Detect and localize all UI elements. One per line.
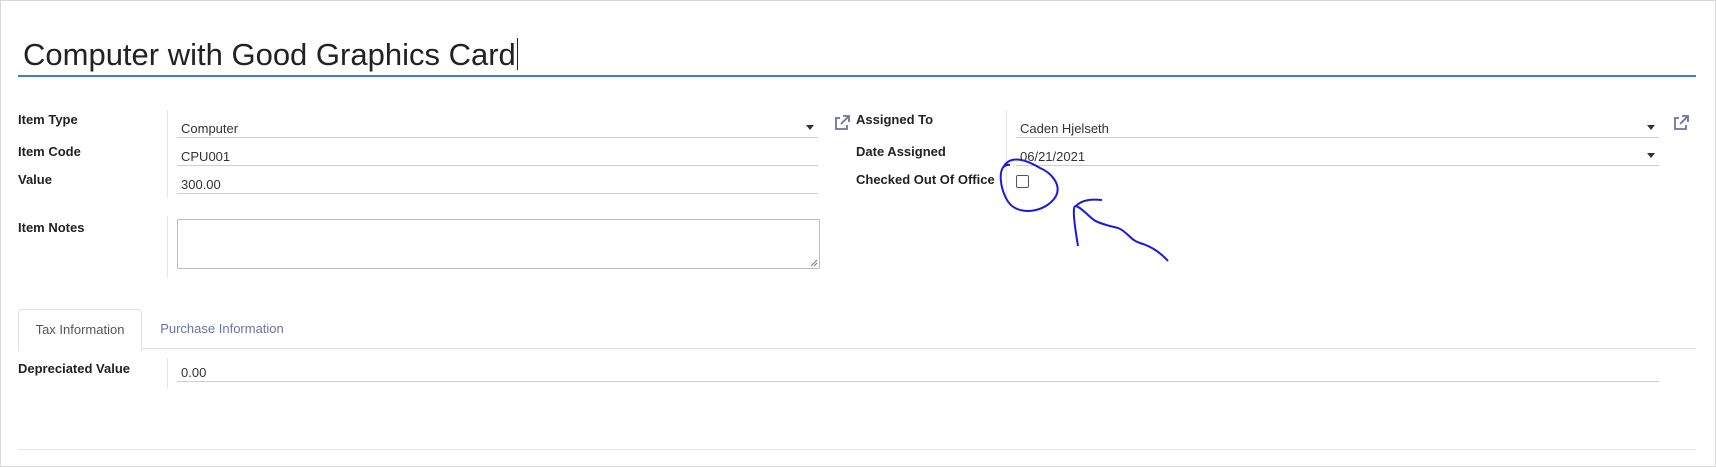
tab-tax-information[interactable]: Tax Information xyxy=(18,309,142,351)
tab-label: Purchase Information xyxy=(160,321,284,336)
record-title-input[interactable]: Computer with Good Graphics Card xyxy=(23,37,518,73)
label-separator xyxy=(167,216,168,278)
depreciated-value-label: Depreciated Value xyxy=(18,361,130,376)
date-assigned-value: 06/21/2021 xyxy=(1020,149,1086,164)
item-type-label: Item Type xyxy=(18,112,78,127)
resize-grip-icon[interactable] xyxy=(810,259,818,267)
value-label: Value xyxy=(18,172,52,187)
section-divider xyxy=(18,449,1696,450)
text-cursor xyxy=(516,38,518,70)
record-title-text: Computer with Good Graphics Card xyxy=(23,37,516,72)
assigned-to-value: Caden Hjelseth xyxy=(1020,121,1109,136)
caret-down-icon[interactable] xyxy=(806,125,814,130)
title-field[interactable]: Computer with Good Graphics Card xyxy=(18,35,1696,77)
tabs-divider xyxy=(18,348,1696,349)
label-separator xyxy=(167,358,168,388)
item-type-select[interactable]: Computer xyxy=(177,115,818,138)
item-notes-label: Item Notes xyxy=(18,220,85,235)
depreciated-value-value: 0.00 xyxy=(181,365,207,380)
item-code-input[interactable]: CPU001 xyxy=(177,143,818,166)
checked-out-of-office-checkbox[interactable] xyxy=(1016,175,1029,188)
item-code-label: Item Code xyxy=(18,144,81,159)
label-separator xyxy=(1006,110,1007,198)
item-notes-textarea[interactable] xyxy=(177,219,820,269)
date-assigned-label: Date Assigned xyxy=(856,144,946,159)
item-code-value: CPU001 xyxy=(181,149,231,164)
item-type-value: Computer xyxy=(181,121,239,136)
external-link-icon[interactable] xyxy=(1671,113,1691,133)
caret-down-icon[interactable] xyxy=(1647,125,1655,130)
tab-label: Tax Information xyxy=(35,322,125,337)
value-value: 300.00 xyxy=(181,177,221,192)
external-link-icon[interactable] xyxy=(832,113,852,133)
depreciated-value-input[interactable]: 0.00 xyxy=(177,359,1659,382)
caret-down-icon[interactable] xyxy=(1647,153,1655,158)
checked-out-of-office-label: Checked Out Of Office xyxy=(856,172,995,187)
label-separator xyxy=(167,110,168,198)
assigned-to-select[interactable]: Caden Hjelseth xyxy=(1016,115,1659,138)
date-assigned-input[interactable]: 06/21/2021 xyxy=(1016,143,1659,166)
value-input[interactable]: 300.00 xyxy=(177,171,818,194)
tab-purchase-information[interactable]: Purchase Information xyxy=(148,309,296,348)
assigned-to-label: Assigned To xyxy=(856,112,934,127)
